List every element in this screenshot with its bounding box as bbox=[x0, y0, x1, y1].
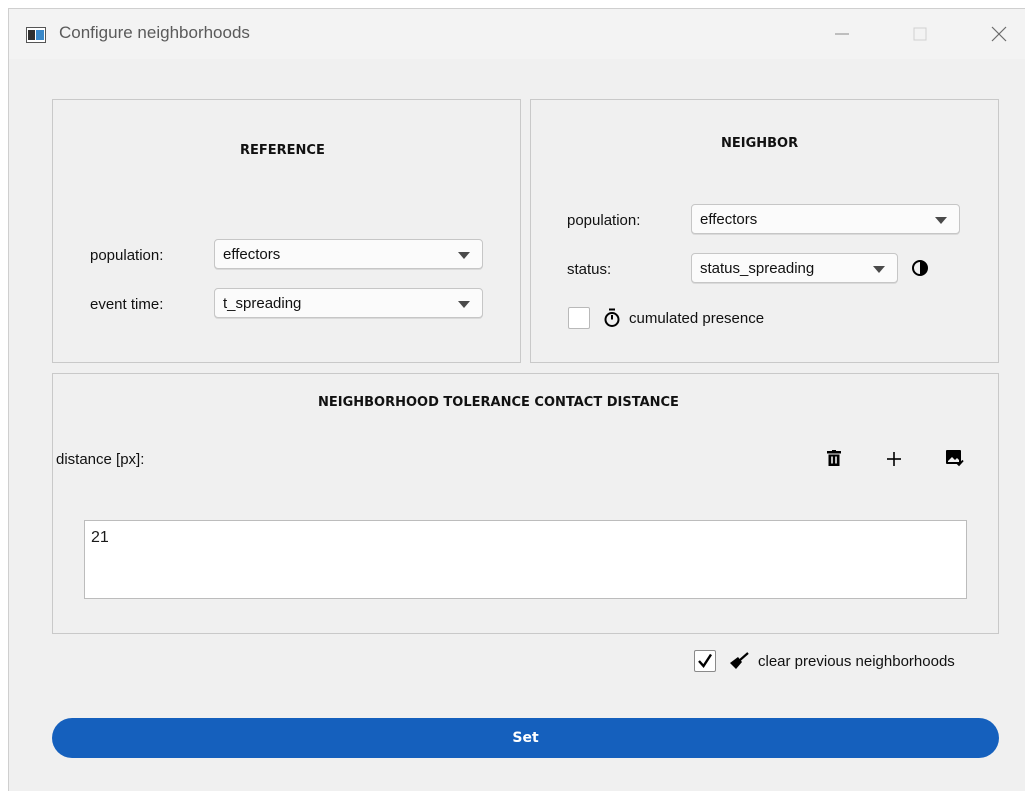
dialog-window: Configure neighborhoods REFERENCE popula… bbox=[8, 8, 1025, 791]
window-title: Configure neighborhoods bbox=[59, 23, 250, 42]
neighbor-panel: NEIGHBOR population: effectors status: s… bbox=[530, 99, 999, 363]
cumulated-presence-label: cumulated presence bbox=[629, 310, 765, 327]
distance-label: distance [px]: bbox=[56, 451, 145, 468]
minimize-icon[interactable] bbox=[827, 21, 857, 47]
distance-heading: NEIGHBORHOOD TOLERANCE CONTACT DISTANCE bbox=[318, 395, 679, 410]
neighbor-population-value: effectors bbox=[700, 211, 758, 228]
reference-population-label: population: bbox=[90, 247, 164, 264]
event-time-label: event time: bbox=[90, 296, 164, 313]
event-time-value: t_spreading bbox=[223, 295, 302, 312]
neighbor-population-select[interactable]: effectors bbox=[691, 204, 960, 234]
chevron-down-icon bbox=[873, 266, 885, 273]
reference-population-value: effectors bbox=[223, 246, 281, 263]
app-window-icon bbox=[26, 27, 46, 43]
reference-population-select[interactable]: effectors bbox=[214, 239, 483, 269]
distance-value[interactable]: 21 bbox=[91, 529, 109, 546]
reference-panel: REFERENCE population: effectors event ti… bbox=[52, 99, 521, 363]
distance-list[interactable]: 21 bbox=[84, 520, 967, 599]
event-time-select[interactable]: t_spreading bbox=[214, 288, 483, 318]
title-bar: Configure neighborhoods bbox=[9, 9, 1025, 59]
cumulated-presence-checkbox[interactable] bbox=[568, 307, 590, 329]
maximize-icon[interactable] bbox=[905, 21, 935, 47]
chevron-down-icon bbox=[935, 217, 947, 224]
add-icon[interactable] bbox=[887, 452, 901, 466]
status-select[interactable]: status_spreading bbox=[691, 253, 898, 283]
broom-icon bbox=[730, 652, 749, 669]
image-check-icon[interactable] bbox=[946, 450, 964, 467]
contrast-icon[interactable] bbox=[911, 259, 929, 277]
checkmark-icon bbox=[698, 653, 713, 668]
neighbor-heading: NEIGHBOR bbox=[721, 136, 799, 151]
neighbor-population-label: population: bbox=[567, 212, 641, 229]
set-button-label: Set bbox=[512, 730, 539, 746]
distance-panel: NEIGHBORHOOD TOLERANCE CONTACT DISTANCE … bbox=[52, 373, 999, 634]
set-button[interactable]: Set bbox=[52, 718, 999, 758]
close-icon[interactable] bbox=[984, 21, 1014, 47]
reference-heading: REFERENCE bbox=[240, 143, 325, 158]
chevron-down-icon bbox=[458, 252, 470, 259]
clear-previous-checkbox[interactable] bbox=[694, 650, 716, 672]
trash-icon[interactable] bbox=[827, 450, 841, 466]
clear-previous-label: clear previous neighborhoods bbox=[758, 653, 955, 670]
timer-icon bbox=[604, 308, 620, 327]
status-label: status: bbox=[567, 261, 612, 278]
status-value: status_spreading bbox=[700, 260, 815, 277]
chevron-down-icon bbox=[458, 301, 470, 308]
